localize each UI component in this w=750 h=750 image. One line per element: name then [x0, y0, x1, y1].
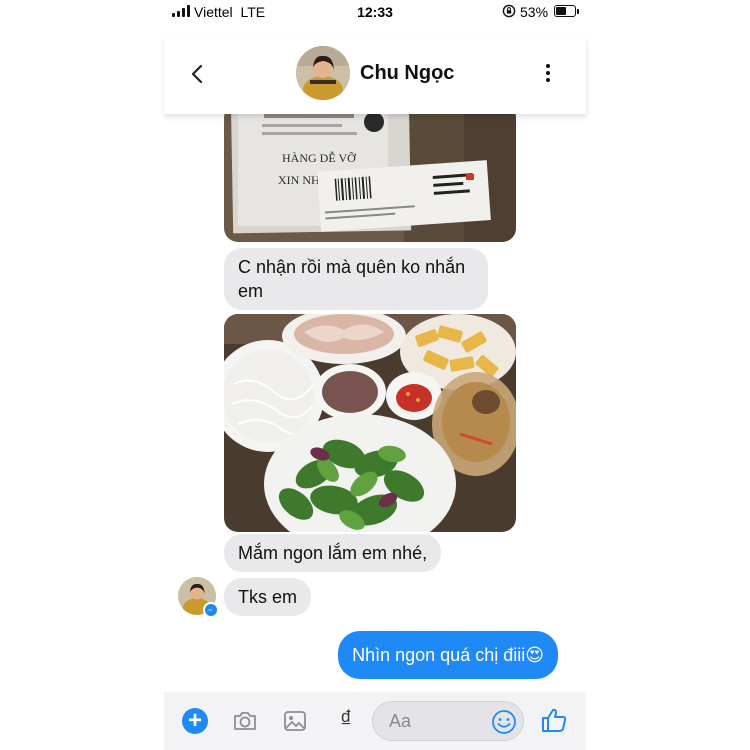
battery-percent: 53%	[520, 4, 549, 20]
incoming-message-1[interactable]: C nhận rồi mà quên ko nhắn em	[224, 248, 488, 310]
status-bar: Viettel LTE 12:33 53%	[164, 0, 586, 24]
incoming-message-2[interactable]: Mắm ngon lắm em nhé,	[224, 534, 442, 572]
orientation-lock-icon	[502, 4, 516, 18]
food-photo[interactable]	[224, 314, 516, 532]
package-photo[interactable]: HÀNG DỄ VỠ XIN NHẸ	[224, 114, 516, 242]
payment-icon[interactable]: ₫	[336, 706, 356, 734]
camera-icon[interactable]	[232, 708, 258, 734]
back-chevron-icon[interactable]	[186, 62, 210, 86]
battery-fill	[556, 7, 566, 15]
message-input[interactable]: Aa	[372, 701, 524, 741]
battery-icon	[554, 5, 576, 17]
package-label-line1: HÀNG DỄ VỠ	[282, 150, 357, 165]
messenger-badge-icon	[203, 602, 219, 618]
conversation-header: Chu Ngọc	[164, 36, 586, 114]
contact-name[interactable]: Chu Ngọc	[360, 62, 454, 85]
emoji-icon[interactable]	[491, 709, 517, 735]
sender-avatar[interactable]	[178, 577, 219, 618]
incoming-message-3[interactable]: Tks em	[224, 578, 312, 616]
more-options-icon[interactable]	[544, 64, 552, 86]
like-icon[interactable]	[540, 706, 568, 734]
message-input-placeholder: Aa	[389, 711, 412, 731]
composer-bar: + ₫ Aa	[164, 692, 586, 750]
messenger-screen: Viettel LTE 12:33 53% Chu Ngọc HÀNG DỄ V…	[164, 0, 586, 750]
message-list[interactable]: HÀNG DỄ VỠ XIN NHẸ C nhận rồi mà quên ko…	[164, 114, 586, 692]
photo-icon[interactable]	[282, 708, 308, 734]
contact-avatar[interactable]	[296, 46, 350, 100]
outgoing-message-1[interactable]: Nhìn ngon quá chị điii😍	[338, 631, 558, 679]
battery-cap	[577, 9, 579, 14]
plus-icon[interactable]: +	[182, 708, 208, 734]
